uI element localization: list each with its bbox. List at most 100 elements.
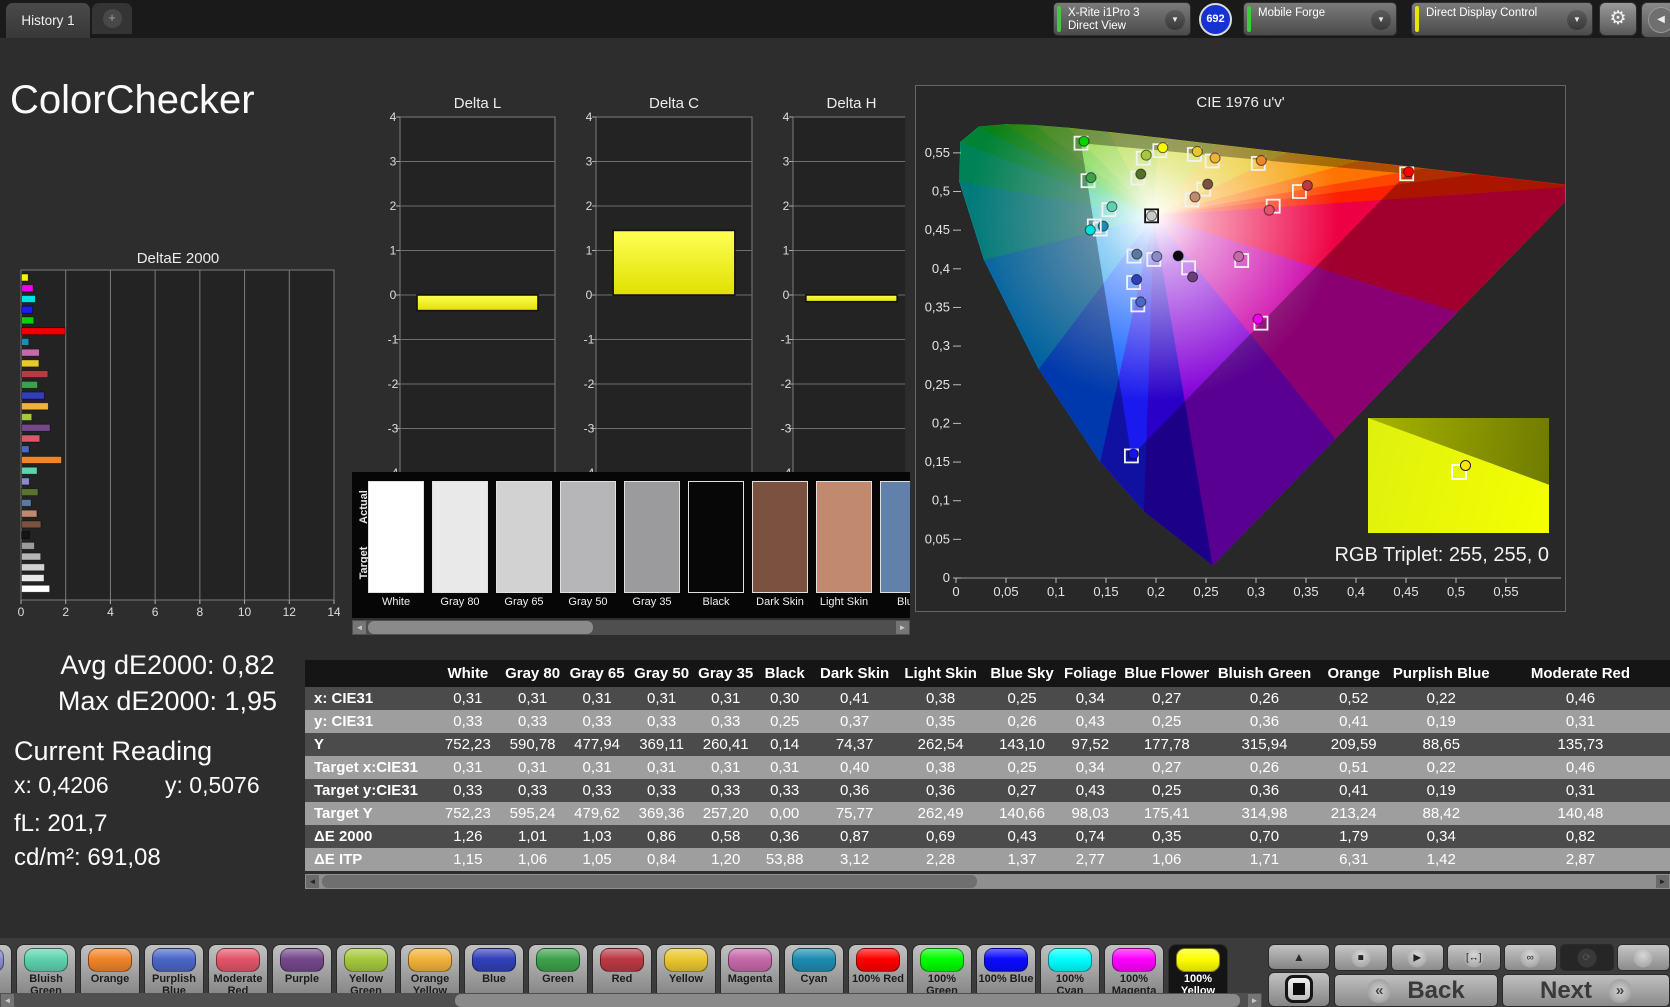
- next-chevron-icon: »: [1608, 979, 1632, 1003]
- cie-measured-blue-sky: [1132, 249, 1142, 259]
- patch-swatch-gray-35: Gray 35: [624, 481, 680, 608]
- de2000-bar-bluish-green: [22, 467, 38, 474]
- de2000-bar-dark-skin: [22, 521, 41, 528]
- svg-text:-3: -3: [781, 422, 792, 436]
- cie-measured-foliage: [1136, 169, 1146, 179]
- svg-text:0,3: 0,3: [932, 338, 950, 353]
- table-cell: 0,31: [435, 756, 500, 779]
- record-button[interactable]: [1617, 944, 1670, 971]
- table-cell: 98,03: [1060, 802, 1120, 825]
- de2000-bar-purple: [22, 424, 51, 431]
- patch-list-up-button[interactable]: ▲: [1268, 944, 1330, 970]
- table-cell: 257,20: [694, 802, 758, 825]
- toolbar-scrollbar[interactable]: ◄ ►: [0, 993, 1262, 1007]
- loop-button[interactable]: ∞: [1504, 944, 1558, 971]
- patch-swatch-white: White: [368, 481, 424, 608]
- back-button[interactable]: « Back: [1334, 974, 1498, 1007]
- refresh-button[interactable]: ⟳: [1560, 944, 1614, 971]
- swatch-scrollbar[interactable]: ◄ ►: [352, 620, 910, 635]
- table-row-target-x-cie31: Target x:CIE310,310,310,310,310,310,310,…: [305, 756, 1670, 779]
- chevron-down-icon: ▼: [1165, 10, 1185, 30]
- next-button[interactable]: Next »: [1502, 974, 1670, 1007]
- de2000-bar-black: [22, 532, 30, 539]
- pattern-range-button[interactable]: [↔]: [1447, 944, 1501, 971]
- table-cell: 0,31: [500, 687, 565, 710]
- cie-measured-blue-100: [1128, 449, 1138, 459]
- table-cell: 88,42: [1392, 802, 1491, 825]
- table-cell: 0,38: [897, 687, 983, 710]
- svg-text:0,5: 0,5: [932, 184, 950, 199]
- reading-count-badge: 692: [1199, 3, 1232, 36]
- de2000-bar-cyan: [22, 338, 29, 345]
- scroll-thumb[interactable]: [322, 875, 977, 888]
- scroll-left-icon[interactable]: ◄: [1, 994, 14, 1007]
- patch-swatch-gray-50: Gray 50: [560, 481, 616, 608]
- de2000-bar-100-red: [22, 328, 66, 335]
- tab-history-1[interactable]: History 1: [6, 3, 90, 38]
- cie-measured-red: [1302, 181, 1312, 191]
- workflow-dropdown[interactable]: Direct Display Control ▼: [1411, 2, 1593, 36]
- scroll-right-icon[interactable]: ►: [896, 621, 909, 634]
- cie-measured-magenta: [1234, 252, 1244, 262]
- de2000-bar-foliage: [22, 489, 39, 496]
- avg-de2000: Avg dE2000: 0,82: [0, 650, 335, 681]
- scroll-right-icon[interactable]: ►: [1656, 875, 1669, 888]
- table-cell: 74,37: [812, 733, 898, 756]
- cie-measured-purple: [1188, 272, 1198, 282]
- de2000-bar-green: [22, 381, 38, 388]
- table-cell: 1,05: [565, 848, 630, 871]
- delta-lch-charts: 43210-1-2-3-4Delta L43210-1-2-3-4Delta C…: [345, 92, 905, 484]
- svg-text:-2: -2: [781, 377, 792, 391]
- scroll-thumb[interactable]: [368, 621, 593, 634]
- scroll-left-icon[interactable]: ◄: [306, 875, 319, 888]
- reading-luminance: cd/m²: 691,08: [14, 844, 161, 872]
- settings-button[interactable]: ⚙: [1599, 2, 1637, 36]
- cie-measured-blue-flower: [1152, 251, 1162, 261]
- de2000-chart: DeltaE 200002468101214: [8, 248, 340, 629]
- record-icon: [1634, 948, 1653, 967]
- meter-dropdown[interactable]: X-Rite i1Pro 3 Direct View ▼: [1053, 2, 1191, 36]
- pattern-source-dropdown[interactable]: Mobile Forge ▼: [1243, 2, 1397, 36]
- scroll-left-icon[interactable]: ◄: [353, 621, 366, 634]
- table-cell: 0,25: [1120, 779, 1213, 802]
- patch-color-chip: [0, 948, 4, 972]
- scroll-right-icon[interactable]: ►: [1248, 994, 1261, 1007]
- play-button[interactable]: ▶: [1391, 944, 1445, 971]
- add-tab-button[interactable]: +: [92, 3, 132, 34]
- table-cell: 0,31: [758, 756, 812, 779]
- stop-button[interactable]: ■: [1334, 944, 1388, 971]
- collapse-panel-button[interactable]: ◀: [1641, 2, 1670, 38]
- svg-text:3: 3: [390, 155, 397, 169]
- table-cell: 0,33: [565, 710, 630, 733]
- table-cell: 2,28: [897, 848, 983, 871]
- de2000-bar-gray-50: [22, 553, 41, 560]
- plus-icon: +: [103, 9, 122, 28]
- table-cell: 0,31: [565, 756, 630, 779]
- table-cell: 177,78: [1120, 733, 1213, 756]
- cie-measured-cyan: [1098, 221, 1108, 231]
- svg-text:1: 1: [586, 244, 593, 258]
- table-cell: 0,26: [1213, 687, 1316, 710]
- table-scrollbar[interactable]: ◄ ►: [305, 874, 1670, 889]
- table-cell: 1,06: [500, 848, 565, 871]
- scroll-thumb[interactable]: [455, 994, 1240, 1007]
- pattern-window-button[interactable]: [1268, 972, 1330, 1007]
- table-cell: 0,27: [984, 779, 1061, 802]
- table-cell: 0,26: [984, 710, 1061, 733]
- svg-text:0,15: 0,15: [925, 454, 950, 469]
- table-cell: 0,34: [1060, 756, 1120, 779]
- de2000-bar-gray-35: [22, 542, 35, 549]
- table-cell: 0,31: [500, 756, 565, 779]
- table-cell: 0,41: [1316, 710, 1392, 733]
- table-cell: 0,84: [629, 848, 694, 871]
- svg-text:0: 0: [390, 288, 397, 302]
- patch-color-chip: [472, 948, 516, 972]
- svg-text:0,25: 0,25: [925, 377, 950, 392]
- column-header-light-skin: Light Skin: [897, 660, 983, 687]
- chevron-down-icon: ▼: [1371, 10, 1391, 30]
- play-icon: ▶: [1408, 948, 1427, 967]
- svg-text:4: 4: [586, 110, 593, 124]
- table-cell: 0,33: [629, 779, 694, 802]
- svg-text:0,55: 0,55: [925, 145, 950, 160]
- svg-text:0,35: 0,35: [1293, 584, 1318, 599]
